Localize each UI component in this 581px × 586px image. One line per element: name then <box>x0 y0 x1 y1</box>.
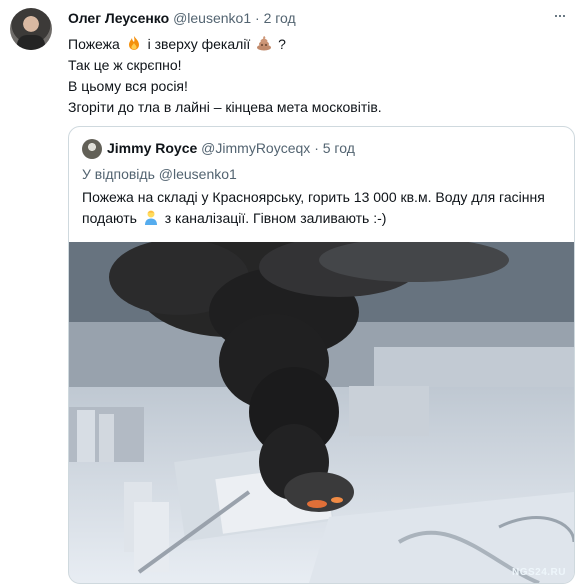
reply-mention-link[interactable]: @leusenko1 <box>159 166 237 182</box>
more-options-icon[interactable]: ··· <box>553 6 569 24</box>
author-name[interactable]: Олег Леусенко <box>68 10 169 26</box>
poo-icon <box>257 36 272 51</box>
header-separator: · <box>255 10 260 26</box>
tweet-line-3: В цьому вся росія! <box>68 78 188 94</box>
tweet-text-segment: Пожежа <box>68 36 120 52</box>
tweet-header: Олег Леусенко @leusenko1 · 2 год <box>68 10 296 27</box>
tweet-time[interactable]: 2 год <box>264 10 296 26</box>
quoted-tweet[interactable]: Jimmy Royce @JimmyRoyceqx · 5 год У відп… <box>68 126 575 584</box>
author-handle[interactable]: @leusenko1 <box>173 10 251 26</box>
tweet-card[interactable]: Олег Леусенко @leusenko1 · 2 год ··· Пож… <box>0 0 581 586</box>
photo-scene-graphic <box>69 242 574 583</box>
person-icon <box>144 210 157 225</box>
reply-prefix: У відповідь <box>82 166 155 182</box>
image-watermark: NGS24.RU <box>511 567 566 578</box>
quoted-tweet-time[interactable]: 5 год <box>323 140 355 156</box>
quoted-author-avatar[interactable] <box>82 139 102 159</box>
tweet-text: Пожежа і зверху фекалії ? Так це ж скрєп… <box>68 34 538 118</box>
tweet-text-segment: ? <box>278 36 286 52</box>
quoted-tweet-text: Пожежа на складі у Красноярську, горить … <box>82 187 560 229</box>
author-avatar[interactable] <box>10 8 52 50</box>
reply-context: У відповідь @leusenko1 <box>82 165 237 183</box>
fire-photo[interactable]: NGS24.RU <box>69 242 574 583</box>
tweet-text-segment: і зверху фекалії <box>147 36 251 52</box>
quoted-text-segment: з каналізації. Гівном заливають :-) <box>164 210 387 226</box>
tweet-line-2: Так це ж скрєпно! <box>68 57 182 73</box>
tweet-line-4: Згоріти до тла в лайні – кінцева мета мо… <box>68 99 382 115</box>
fire-icon <box>128 36 139 50</box>
quoted-author-name[interactable]: Jimmy Royce <box>107 140 197 156</box>
tweet-line-1: Пожежа і зверху фекалії ? <box>68 34 538 55</box>
quoted-author-handle[interactable]: @JimmyRoyceqx <box>201 140 310 156</box>
quoted-header-separator: · <box>314 140 319 156</box>
quoted-tweet-header: Jimmy Royce @JimmyRoyceqx · 5 год <box>107 139 355 157</box>
